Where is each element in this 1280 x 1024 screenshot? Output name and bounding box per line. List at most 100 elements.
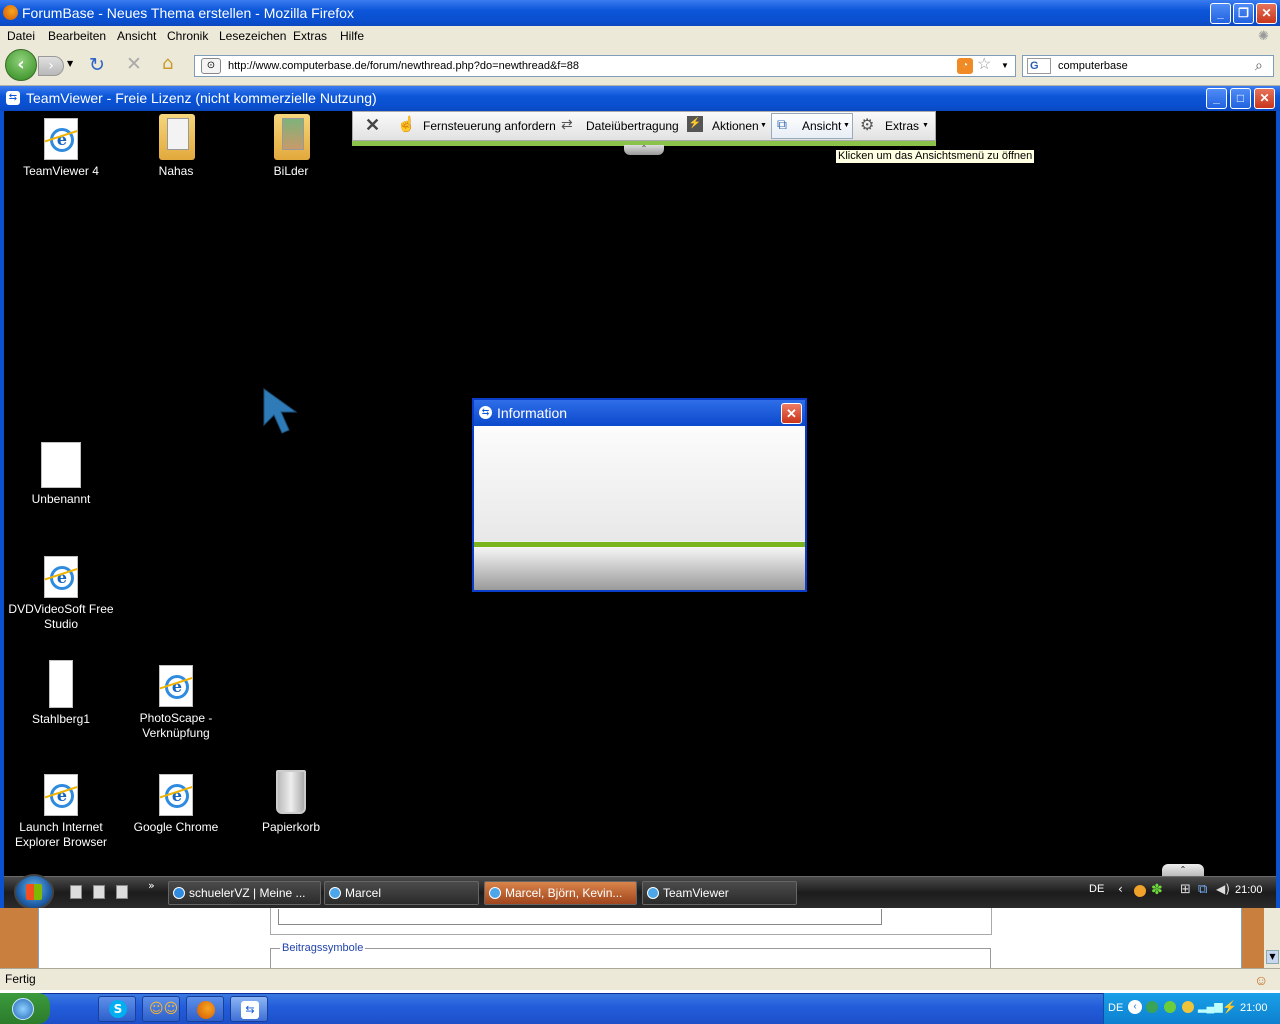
- extras-dropdown-icon: ▼: [922, 122, 929, 129]
- desktop-icon-nahas[interactable]: Nahas: [121, 114, 231, 179]
- close-button[interactable]: ✕: [1256, 3, 1277, 24]
- page-input-frame: [270, 908, 992, 935]
- desktop-icon-label: Launch Internet Explorer Browser: [14, 820, 108, 849]
- forward-button[interactable]: ›: [38, 56, 64, 76]
- menu-ansicht[interactable]: Ansicht: [117, 29, 156, 43]
- information-dialog-close-button[interactable]: ✕: [781, 403, 802, 424]
- remote-cursor-icon: [263, 388, 298, 434]
- actions-icon: ⚡: [687, 116, 703, 132]
- menu-bearbeiten[interactable]: Bearbeiten: [48, 29, 106, 43]
- reload-icon[interactable]: ↻: [89, 54, 105, 76]
- request-remote-control-button[interactable]: Fernsteuerung anfordern: [423, 119, 556, 133]
- information-dialog: ⇆ Information ✕: [472, 398, 807, 592]
- tray-expand-icon[interactable]: ‹: [1128, 1000, 1142, 1014]
- task-label: Marcel: [345, 886, 382, 900]
- tray-expand-icon[interactable]: ‹: [1118, 882, 1123, 896]
- search-engine-icon[interactable]: G: [1027, 58, 1051, 74]
- tray-messenger-icon: [1182, 1001, 1194, 1013]
- information-dialog-title-bar[interactable]: ⇆ Information ✕: [474, 400, 805, 426]
- desktop-icon-label: BiLder: [273, 164, 309, 178]
- actions-menu-button[interactable]: Aktionen: [712, 119, 759, 133]
- folder-icon: [159, 114, 195, 160]
- quicklaunch-icon[interactable]: [93, 885, 105, 899]
- actions-dropdown-icon: ▼: [760, 122, 767, 129]
- quicklaunch-icon[interactable]: [116, 885, 128, 899]
- local-start-button[interactable]: [0, 993, 50, 1024]
- information-dialog-title: Information: [497, 405, 568, 421]
- menu-lesezeichen[interactable]: Lesezeichen: [219, 29, 286, 43]
- rss-icon[interactable]: ◔: [957, 58, 973, 74]
- minimize-button[interactable]: _: [1210, 3, 1231, 24]
- quicklaunch-icon[interactable]: [70, 885, 82, 899]
- view-menu-button[interactable]: Ansicht: [802, 119, 841, 133]
- teamviewer-task-icon: [647, 887, 659, 899]
- desktop-icon-launch-ie[interactable]: e Launch Internet Explorer Browser: [6, 774, 116, 850]
- remote-language-indicator[interactable]: DE: [1089, 883, 1104, 895]
- desktop-icon-papierkorb[interactable]: Papierkorb: [236, 770, 346, 835]
- firefox-window-title: ForumBase - Neues Thema erstellen - Mozi…: [22, 5, 354, 21]
- restore-button[interactable]: ❐: [1233, 3, 1254, 24]
- tv-close-button[interactable]: ✕: [1254, 88, 1275, 109]
- ie-shortcut-icon: e: [44, 774, 78, 816]
- magnifier-icon[interactable]: ⌕: [1255, 55, 1263, 75]
- taskbar-teamviewer-button[interactable]: ⇆: [230, 996, 268, 1022]
- desktop-icon-unbenannt[interactable]: Unbenannt: [6, 442, 116, 507]
- remote-task-marcel-bjoern-kevin[interactable]: Marcel, Björn, Kevin...: [484, 881, 637, 905]
- toolbar-collapse-handle[interactable]: ⌃: [624, 145, 664, 155]
- desktop-icon-google-chrome[interactable]: e Google Chrome: [121, 774, 231, 835]
- teamviewer-title-bar[interactable]: ⇆ TeamViewer - Freie Lizenz (nicht komme…: [0, 86, 1280, 111]
- desktop-icon-dvdvideosoft[interactable]: e DVDVideoSoft Free Studio: [6, 556, 116, 632]
- tray-volume-icon[interactable]: ◀): [1216, 882, 1230, 896]
- stop-icon[interactable]: ✕: [126, 53, 142, 75]
- history-dropdown-icon[interactable]: ▼: [67, 59, 73, 68]
- taskbar-skype-button[interactable]: S: [98, 996, 136, 1022]
- remote-task-schuelervz[interactable]: schuelerVZ | Meine ...: [168, 881, 321, 905]
- desktop-icon-teamviewer4[interactable]: e TeamViewer 4: [6, 118, 116, 179]
- tray-network-icon: ⊞: [1180, 882, 1191, 897]
- remote-task-teamviewer[interactable]: TeamViewer: [642, 881, 797, 905]
- desktop-icon-label: Papierkorb: [261, 820, 321, 834]
- url-bar[interactable]: ⊙ http://www.computerbase.de/forum/newth…: [194, 55, 1016, 77]
- extras-menu-button[interactable]: Extras: [885, 119, 919, 133]
- back-button[interactable]: ‹: [5, 49, 37, 81]
- file-transfer-icon: ⇄: [561, 116, 573, 132]
- menu-datei[interactable]: Datei: [7, 29, 35, 43]
- desktop-icon-photoscape[interactable]: e PhotoScape - Verknüpfung: [121, 665, 231, 741]
- home-icon[interactable]: ⌂: [162, 53, 173, 74]
- menu-hilfe[interactable]: Hilfe: [340, 29, 364, 43]
- tray-power-icon: ⚡: [1222, 1000, 1237, 1014]
- bookmark-star-icon[interactable]: ☆: [977, 55, 991, 75]
- local-language-indicator[interactable]: DE: [1108, 1002, 1123, 1014]
- remote-clock: 21:00: [1235, 884, 1263, 896]
- desktop-icon-stahlberg1[interactable]: Stahlberg1: [6, 660, 116, 727]
- site-identity-icon[interactable]: ⊙: [201, 58, 221, 74]
- search-bar[interactable]: G computerbase ⌕: [1022, 55, 1274, 77]
- status-addon-icon[interactable]: ☺: [1254, 970, 1268, 990]
- menu-extras[interactable]: Extras: [293, 29, 327, 43]
- desktop-icon-label: TeamViewer 4: [23, 164, 99, 178]
- close-session-icon[interactable]: ✕: [365, 115, 380, 136]
- task-label: schuelerVZ | Meine ...: [189, 886, 306, 900]
- desktop-icon-bilder[interactable]: BiLder: [236, 114, 346, 179]
- quicklaunch-more-icon[interactable]: »: [148, 879, 155, 892]
- scroll-down-icon[interactable]: ▼: [1266, 950, 1279, 964]
- page-scrollbar[interactable]: ▼: [1264, 908, 1280, 968]
- tv-minimize-button[interactable]: _: [1206, 88, 1227, 109]
- messenger-task-icon: [489, 887, 501, 899]
- firefox-icon: [197, 1001, 215, 1019]
- firefox-title-bar[interactable]: ForumBase - Neues Thema erstellen - Mozi…: [0, 0, 1280, 26]
- taskbar-firefox-button[interactable]: [186, 996, 224, 1022]
- url-text: http://www.computerbase.de/forum/newthre…: [228, 60, 580, 72]
- remote-task-marcel[interactable]: Marcel: [324, 881, 479, 905]
- menu-chronik[interactable]: Chronik: [167, 29, 208, 43]
- remote-taskbar-expand-tab[interactable]: ⌃: [1162, 864, 1204, 876]
- throbber-icon: ✺: [1258, 28, 1269, 43]
- desktop-icon-label: PhotoScape - Verknüpfung: [139, 711, 213, 740]
- file-transfer-button[interactable]: Dateiübertragung: [586, 119, 679, 133]
- messenger-task-icon: [329, 887, 341, 899]
- desktop-icon-label: DVDVideoSoft Free Studio: [8, 602, 114, 631]
- remote-start-button[interactable]: [14, 874, 54, 910]
- url-dropdown-icon[interactable]: ▼: [1001, 56, 1009, 76]
- tv-maximize-button[interactable]: □: [1230, 88, 1251, 109]
- taskbar-messenger-button[interactable]: ☺☺: [142, 996, 180, 1022]
